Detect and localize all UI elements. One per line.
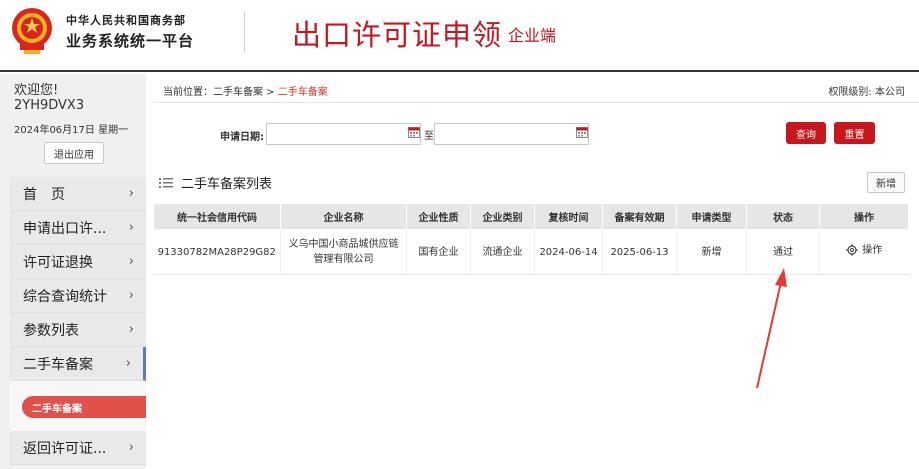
platform-name: 业务系统统一平台	[66, 32, 195, 50]
chevron-right-icon: ›	[128, 220, 134, 235]
divider	[153, 102, 919, 103]
current-date: 2024年06月17日 星期一	[14, 125, 129, 136]
logout-button[interactable]: 退出应用	[44, 142, 104, 164]
apply-type-cell: 新增	[676, 229, 747, 275]
welcome-block: 欢迎您! 2YH9DVX3	[14, 83, 84, 113]
record-table: 统一社会信用代码 企业名称 企业性质 企业类别 复核时间 备案有效期 申请类型 …	[153, 203, 909, 275]
column-header: 复核时间	[534, 203, 603, 230]
column-header: 统一社会信用代码	[153, 203, 281, 230]
status-cell: 通过	[746, 229, 820, 275]
breadcrumb-path[interactable]: 二手车备案 >	[213, 87, 278, 98]
date-range-separator: 至	[424, 131, 434, 142]
app-title: 出口许可证申领	[292, 18, 503, 52]
sidebar-item-used-car[interactable]: 二手车备案 ›	[10, 347, 146, 381]
action-cell: 操作	[819, 229, 909, 275]
welcome-text: 欢迎您!	[14, 83, 59, 98]
app-subtitle: 企业端	[508, 26, 557, 45]
review-time-cell: 2024-06-14	[534, 229, 603, 275]
chevron-right-icon: ›	[128, 254, 134, 269]
column-header: 企业名称	[280, 203, 407, 230]
sidebar-item-export-apply[interactable]: 申请出口许... ›	[10, 211, 146, 245]
start-date-input[interactable]	[266, 123, 421, 145]
calendar-icon[interactable]	[576, 126, 588, 138]
sidebar-item-query-stats[interactable]: 综合查询统计 ›	[10, 279, 146, 313]
date-filter-label: 申请日期:	[220, 132, 264, 143]
column-header: 状态	[746, 203, 820, 230]
national-emblem-icon	[12, 8, 52, 54]
search-button[interactable]: 查询	[786, 122, 826, 144]
table-header-row: 统一社会信用代码 企业名称 企业性质 企业类别 复核时间 备案有效期 申请类型 …	[153, 203, 909, 230]
sidebar-item-home[interactable]: 首 页 ›	[10, 177, 146, 211]
header-divider	[244, 12, 245, 52]
sidebar-item-license-return[interactable]: 许可证退换 ›	[10, 245, 146, 279]
main-content: 当前位置：二手车备案 > 二手车备案 权限级别: 本公司 申请日期: 至 查询 …	[153, 74, 919, 469]
gear-icon	[846, 244, 858, 256]
column-header: 申请类型	[676, 203, 747, 230]
header: 中华人民共和国商务部 业务系统统一平台 出口许可证申领 企业端	[0, 0, 919, 72]
table-row: 91330782MA28P29G82 义乌中国小商品城供应链管理有限公司 国有企…	[153, 229, 909, 275]
column-header: 操作	[819, 203, 909, 230]
breadcrumb: 当前位置：二手车备案 > 二手车备案	[163, 83, 328, 98]
user-id: 2YH9DVX3	[14, 98, 85, 113]
valid-until-cell: 2025-06-13	[602, 229, 677, 275]
sidebar-item-label: 申请出口许...	[23, 220, 107, 237]
submenu-used-car: 二手车备案	[10, 381, 146, 431]
sidebar-item-label: 综合查询统计	[23, 288, 107, 305]
chevron-right-icon: ›	[128, 440, 134, 455]
operate-label: 操作	[862, 244, 883, 256]
calendar-icon[interactable]	[408, 126, 420, 138]
sidebar-item-label: 返回许可证...	[23, 440, 107, 457]
reset-button[interactable]: 重置	[834, 122, 875, 144]
sidebar-item-label: 二手车备案	[23, 356, 93, 373]
sidebar-menu: 首 页 › 申请出口许... › 许可证退换 › 综合查询统计 › 参数列表 ›…	[10, 177, 146, 465]
list-title: 二手车备案列表	[181, 177, 273, 192]
chevron-right-icon: ›	[128, 186, 134, 201]
chevron-right-icon: ›	[128, 288, 134, 303]
sidebar-item-label: 许可证退换	[23, 254, 93, 271]
sidebar-item-label: 首 页	[23, 186, 65, 203]
list-icon	[159, 177, 173, 188]
chevron-right-icon: ›	[125, 356, 131, 371]
company-name-cell: 义乌中国小商品城供应链管理有限公司	[280, 229, 407, 275]
add-button[interactable]: 新增	[867, 172, 905, 193]
breadcrumb-prefix: 当前位置：	[163, 87, 213, 98]
sidebar-item-label: 参数列表	[23, 322, 79, 339]
column-header: 企业性质	[406, 203, 471, 230]
column-header: 备案有效期	[602, 203, 677, 230]
permission-level: 权限级别: 本公司	[828, 87, 905, 98]
ministry-name: 中华人民共和国商务部	[66, 14, 186, 27]
breadcrumb-current: 二手车备案	[277, 87, 328, 98]
sidebar: 欢迎您! 2YH9DVX3 2024年06月17日 星期一 退出应用 首 页 ›…	[0, 74, 146, 469]
chevron-right-icon: ›	[128, 322, 134, 337]
category-cell: 流通企业	[470, 229, 535, 275]
credit-code-cell: 91330782MA28P29G82	[153, 229, 281, 275]
column-header: 企业类别	[470, 203, 535, 230]
submenu-item-used-car-record[interactable]: 二手车备案	[22, 396, 146, 418]
operate-button[interactable]: 操作	[846, 243, 882, 258]
sidebar-item-return-license[interactable]: 返回许可证... ›	[10, 431, 146, 465]
nature-cell: 国有企业	[406, 229, 471, 275]
list-header: 二手车备案列表	[159, 173, 272, 192]
end-date-input[interactable]	[434, 123, 589, 145]
sidebar-item-params[interactable]: 参数列表 ›	[10, 313, 146, 347]
